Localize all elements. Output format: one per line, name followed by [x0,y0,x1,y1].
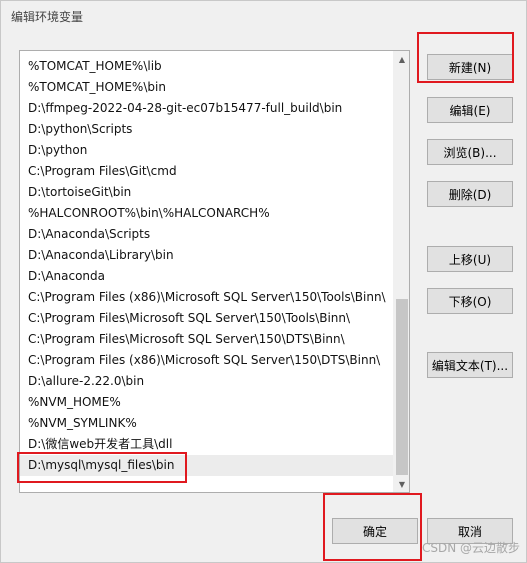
scroll-thumb[interactable] [396,299,408,475]
watermark: CSDN @云边散步 [421,541,520,555]
path-list-item[interactable]: D:\微信web开发者工具\dll [20,434,394,455]
path-list-item[interactable]: D:\allure-2.22.0\bin [20,371,394,392]
path-list-item[interactable]: %TOMCAT_HOME%\lib [20,56,394,77]
path-list-item[interactable]: D:\tortoiseGit\bin [20,182,394,203]
move-up-button[interactable]: 上移(U) [427,246,513,272]
edit-text-button[interactable]: 编辑文本(T)... [427,352,513,378]
path-list-item[interactable]: C:\Program Files (x86)\Microsoft SQL Ser… [20,287,394,308]
path-list-item[interactable]: %NVM_SYMLINK% [20,413,394,434]
path-list-item[interactable]: C:\Program Files (x86)\Microsoft SQL Ser… [20,350,394,371]
edit-env-var-dialog: 编辑环境变量 %TOMCAT_HOME%\lib %TOMCAT_HOME%\bi… [0,0,527,563]
vertical-scrollbar[interactable]: ▲ ▼ [393,51,409,492]
path-list-item[interactable]: D:\mysql\mysql_files\bin [20,455,394,476]
path-list-item[interactable]: D:\python [20,140,394,161]
path-list[interactable]: %TOMCAT_HOME%\lib %TOMCAT_HOME%\bin D:\ffm… [19,50,410,493]
path-list-item[interactable]: C:\Program Files\Microsoft SQL Server\15… [20,308,394,329]
path-list-item[interactable]: D:\Anaconda [20,266,394,287]
path-list-item[interactable]: C:\Program Files\Git\cmd [20,161,394,182]
path-list-item[interactable]: C:\Program Files\Microsoft SQL Server\15… [20,329,394,350]
ok-button[interactable]: 确定 [332,518,418,544]
new-button[interactable]: 新建(N) [427,54,513,80]
path-list-rows: %TOMCAT_HOME%\lib %TOMCAT_HOME%\bin D:\ffm… [20,56,394,476]
edit-button[interactable]: 编辑(E) [427,97,513,123]
path-list-item[interactable]: D:\python\Scripts [20,119,394,140]
path-list-item[interactable]: %NVM_HOME% [20,392,394,413]
scroll-down-arrow-icon[interactable]: ▼ [394,476,409,492]
path-list-item[interactable]: D:\ffmpeg-2022-04-28-git-ec07b15477-full… [20,98,394,119]
path-list-item[interactable]: D:\Anaconda\Scripts [20,224,394,245]
dialog-title: 编辑环境变量 [11,10,84,24]
delete-button[interactable]: 删除(D) [427,181,513,207]
path-list-item[interactable]: %HALCONROOT%\bin\%HALCONARCH% [20,203,394,224]
move-down-button[interactable]: 下移(O) [427,288,513,314]
scroll-up-arrow-icon[interactable]: ▲ [394,51,409,67]
path-list-item[interactable]: D:\Anaconda\Library\bin [20,245,394,266]
browse-button[interactable]: 浏览(B)... [427,139,513,165]
path-list-item[interactable]: %TOMCAT_HOME%\bin [20,77,394,98]
